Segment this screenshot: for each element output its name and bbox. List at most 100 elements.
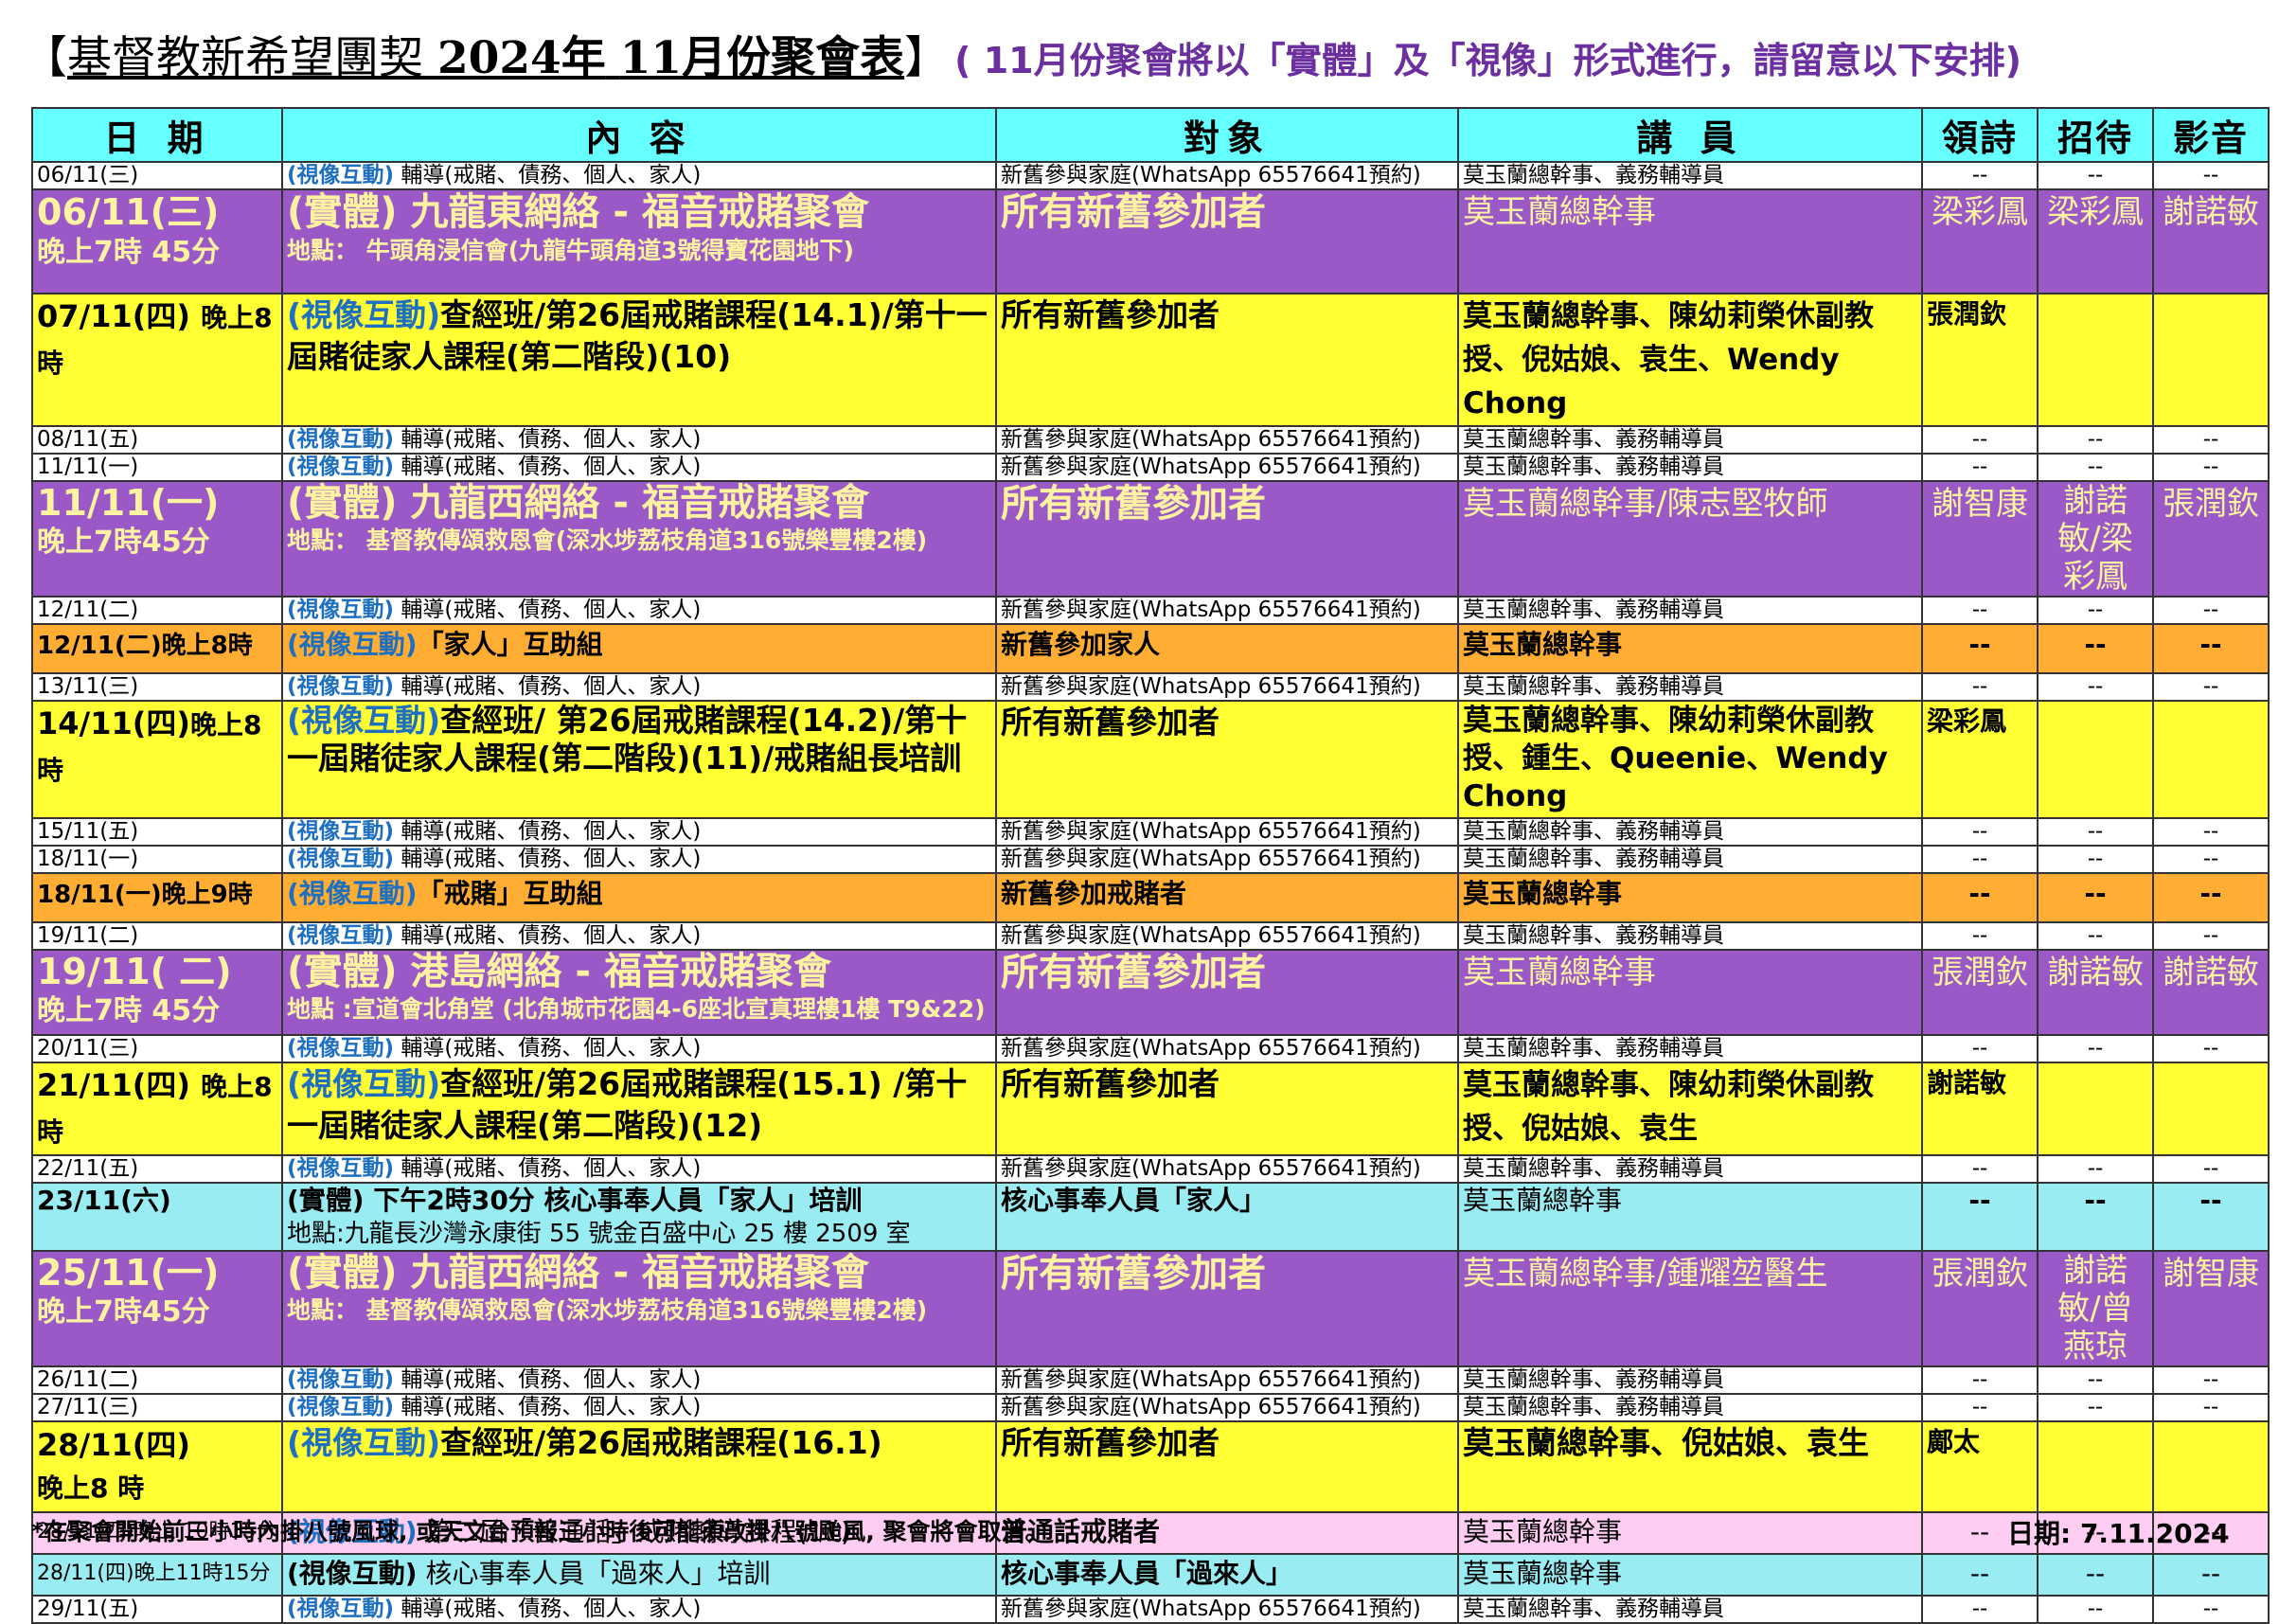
video-tag: (視像互動) [287,598,395,622]
row-date: 12/11(二) [31,596,283,625]
row-host: -- [2037,596,2154,625]
row-content: (視像互動) 輔導(戒賭、債務、個人、家人) [281,817,997,847]
title-bracket-open: 【 [23,32,67,84]
table-row: 19/11(二) (視像互動) 輔導(戒賭、債務、個人、家人) 新舊參與家庭(W… [31,921,2270,951]
issue-date: 日期: 7.11.2024 [2007,1518,2230,1549]
row-poem: -- [1921,1182,2039,1252]
event-content: 下午2時30分 核心事奉人員「家人」培訓 [373,1185,863,1216]
row-date: 18/11(一)晚上9時 [31,872,283,923]
row-media: -- [2152,1365,2270,1395]
row-target: 新舊參與家庭(WhatsApp 65576641預約) [995,1154,1459,1184]
row-content: (視像互動)查經班/第26屆戒賭課程(16.1) [281,1420,997,1513]
row-poem: -- [1921,921,2039,951]
row-media: -- [2152,1154,2270,1184]
row-content: (實體) 九龍西網絡 - 福音戒賭聚會 地點： 基督教傳頌救恩會(深水埗荔枝角道3… [281,1250,997,1367]
row-target: 普通話戒賭者 [995,1511,1459,1555]
table-row: 11/11(一) 晚上7時45分 (實體) 九龍西網絡 - 福音戒賭聚會 地點： 基… [31,480,2270,598]
row-target: 新舊參與家庭(WhatsApp 65576641預約) [995,845,1459,874]
row-target: 新舊參與家庭(WhatsApp 65576641預約) [995,596,1459,625]
table-row: 25/11(一) 晚上7時45分 (實體) 九龍西網絡 - 福音戒賭聚會 地點： 基… [31,1250,2270,1367]
table-row: 28/11(四) 晚上8 時 (視像互動)查經班/第26屆戒賭課程(16.1) 所… [31,1420,2270,1513]
row-content: (視像互動) 輔導(戒賭、債務、個人、家人) [281,672,997,702]
row-media: -- [2152,672,2270,702]
video-tag: (視像互動) [287,296,441,333]
row-host: -- [2037,161,2154,190]
header-content: 內 容 [281,107,997,163]
header-target: 對象 [995,107,1459,163]
row-speaker: 莫玉蘭總幹事/鍾耀堃醫生 [1457,1250,1923,1367]
video-tag: (視像互動) [287,1367,395,1392]
row-speaker: 莫玉蘭總幹事、倪姑娘、袁生 [1457,1420,1923,1513]
table-row: 12/11(二)晚上8時 (視像互動)「家人」互助組 新舊參加家人 莫玉蘭總幹事… [31,623,2270,674]
row-content: (視像互動)查經班/ 第26屆戒賭課程(14.2)/第十一屆賭徒家人課程(第二階… [281,700,997,819]
date-time: 晚上8時 [161,632,253,660]
row-media: -- [2152,872,2270,923]
row-host: -- [2037,672,2154,702]
row-host [2037,293,2154,427]
row-content: (視像互動) 輔導(戒賭、債務、個人、家人) [281,596,997,625]
row-media: -- [2152,921,2270,951]
header-date: 日 期 [31,107,283,163]
row-content: (視像互動) 輔導(戒賭、債務、個人、家人) [281,1034,997,1063]
row-target: 所有新舊參加者 [995,1420,1459,1513]
video-tag: (視像互動) [287,878,418,909]
video-tag: (視像互動) [287,1156,395,1181]
row-target: 核心事奉人員「過來人」 [995,1553,1459,1597]
row-speaker: 莫玉蘭總幹事 [1457,623,1923,674]
row-media: -- [2152,596,2270,625]
row-target: 新舊參與家庭(WhatsApp 65576641預約) [995,1365,1459,1395]
row-date: 23/11(六) [31,1182,283,1252]
counsel-text: 輔導(戒賭、債務、個人、家人) [401,1395,702,1419]
table-row: 08/11(五) (視像互動) 輔導(戒賭、債務、個人、家人) 新舊參與家庭(W… [31,425,2270,455]
header-poem: 領詩 [1921,107,2039,163]
row-host: -- [2037,817,2154,847]
date-main: 25/11(一) [37,1252,220,1294]
table-row: 27/11(三) (視像互動) 輔導(戒賭、債務、個人、家人) 新舊參與家庭(W… [31,1393,2270,1422]
table-row: 26/11(二) (視像互動) 輔導(戒賭、債務、個人、家人) 新舊參與家庭(W… [31,1365,2270,1395]
event-location: 地點： 基督教傳頌救恩會(深水埗荔枝角道316號樂豐樓2樓) [287,1296,928,1324]
row-speaker: 莫玉蘭總幹事 [1457,1511,1923,1555]
row-date: 08/11(五) [31,425,283,455]
date-time: 晚上7時45分 [37,1295,210,1329]
video-tag: (視像互動) [287,629,418,660]
row-speaker: 莫玉蘭總幹事、陳幼莉榮休副教授、鍾生、Queenie、Wendy Chong [1457,700,1923,819]
row-content: (實體) 下午2時30分 核心事奉人員「家人」培訓 地點:九龍長沙灣永康街 55 … [281,1182,997,1252]
counsel-text: 輔導(戒賭、債務、個人、家人) [401,847,702,871]
row-host: 謝諾敏/曾燕琼 [2037,1250,2154,1367]
row-media: 謝智康 [2152,1250,2270,1367]
row-poem: 鄺太 [1921,1420,2039,1513]
event-title: (實體) 港島網絡 - 福音戒賭聚會 [287,950,831,993]
row-media: -- [2152,1182,2270,1252]
video-tag: (視像互動) [287,427,395,452]
row-speaker: 莫玉蘭總幹事、義務輔導員 [1457,1595,1923,1624]
row-speaker: 莫玉蘭總幹事、義務輔導員 [1457,817,1923,847]
row-host: -- [2037,425,2154,455]
row-content: (視像互動) 輔導(戒賭、債務、個人、家人) [281,453,997,482]
table-row: 12/11(二) (視像互動) 輔導(戒賭、債務、個人、家人) 新舊參與家庭(W… [31,596,2270,625]
table-row: 28/11(四)晚上11時15分 (視像互動) 核心事奉人員「過來人」培訓 核心… [31,1553,2270,1597]
row-target: 新舊參加家人 [995,623,1459,674]
row-content: (視像互動) 輔導(戒賭、債務、個人、家人) [281,1154,997,1184]
row-speaker: 莫玉蘭總幹事 [1457,1553,1923,1597]
row-media: -- [2152,1393,2270,1422]
date-main: 14/11(四) [37,705,191,741]
row-poem: -- [1921,872,2039,923]
table-row: 18/11(一)晚上9時 (視像互動)「戒賭」互助組 新舊參加戒賭者 莫玉蘭總幹… [31,872,2270,923]
date-main: 19/11( 二) [37,951,232,992]
counsel-text: 輔導(戒賭、債務、個人、家人) [401,427,702,452]
row-poem: -- [1921,425,2039,455]
row-host [2037,700,2154,819]
row-date: 13/11(三) [31,672,283,702]
row-media: -- [2152,845,2270,874]
counsel-text: 輔導(戒賭、債務、個人、家人) [401,1156,702,1181]
counsel-text: 輔導(戒賭、債務、個人、家人) [401,1367,702,1392]
row-target: 所有新舊參加者 [995,480,1459,598]
row-date: 26/11(二) [31,1365,283,1395]
row-target: 新舊參與家庭(WhatsApp 65576641預約) [995,1393,1459,1422]
row-host: -- [2037,1182,2154,1252]
row-speaker: 莫玉蘭總幹事、陳幼莉榮休副教授、倪姑娘、袁生、Wendy Chong [1457,293,1923,427]
video-tag: (視像互動) [287,847,395,871]
row-poem: 謝諾敏 [1921,1062,2039,1156]
row-content: (視像互動)查經班/第26屆戒賭課程(15.1) /第十一屆賭徒家人課程(第二階… [281,1062,997,1156]
physical-tag: (實體) [287,1185,365,1216]
